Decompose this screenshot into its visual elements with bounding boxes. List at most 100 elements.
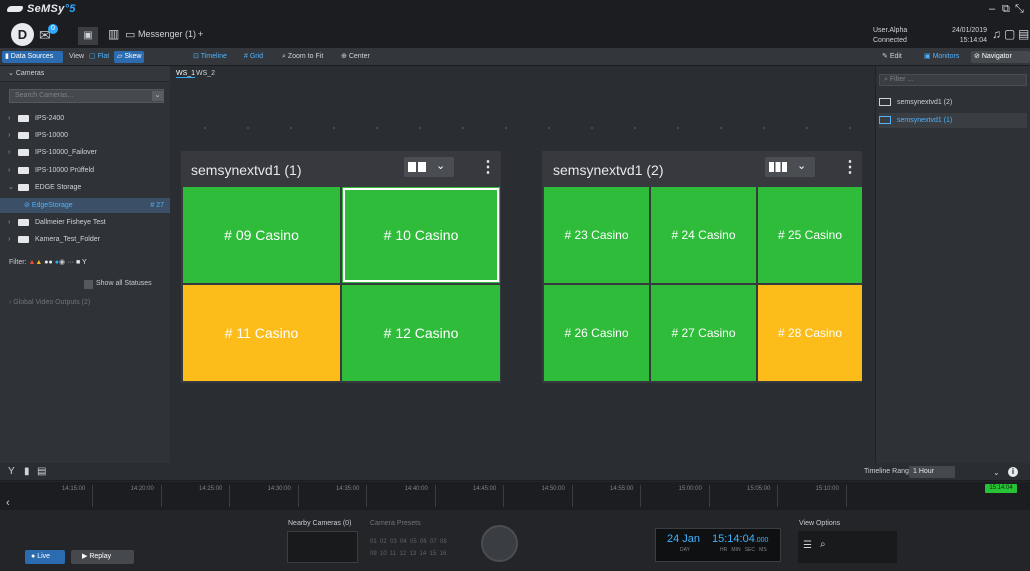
monitor-tab-icon[interactable]: ▣ (78, 27, 98, 45)
add-tab-button[interactable]: + (198, 29, 203, 39)
expand-icon: › (8, 219, 11, 226)
video-tile[interactable]: # 28 Casino (758, 285, 862, 381)
flat-button[interactable]: ▢ Flat (86, 51, 112, 63)
fullscreen-icon[interactable]: ⤡ (1015, 3, 1024, 16)
tree-item-edgestorage[interactable]: ⊘ EdgeStorage # 27 (0, 198, 170, 213)
chevron-down-icon: ⌄ (797, 160, 807, 172)
nearby-cameras-box[interactable] (287, 531, 358, 563)
cameras-header[interactable]: ⌄ Cameras (0, 66, 170, 82)
tree-item-ips-10000-failover[interactable]: › IPS-10000_Failover (8, 145, 168, 160)
wall-title: semsynextvd1 (1) (191, 162, 302, 178)
expand-icon: › (8, 115, 11, 122)
adjust-icon[interactable]: ☰ (803, 540, 812, 551)
tree-item-ips-10000-prueffeld[interactable]: › IPS-10000 Prüffeld (8, 163, 168, 178)
monitor-filter-input[interactable]: ⌕ Filter ... (879, 74, 1027, 86)
show-all-checkbox[interactable] (84, 280, 93, 289)
layout-selector[interactable]: ⌄ (765, 157, 815, 177)
video-tile[interactable]: # 26 Casino (544, 285, 649, 381)
tree-item-ips-10000[interactable]: › IPS-10000 (8, 128, 168, 143)
warning-filter-icon[interactable]: ▲ (35, 259, 42, 266)
camera-search-input[interactable]: Search Cameras... (9, 89, 164, 103)
center-button[interactable]: ⊕ Center (338, 51, 373, 63)
expand-icon: › (8, 132, 11, 139)
monitors-button[interactable]: ▣ Monitors (921, 51, 962, 63)
global-video-outputs[interactable]: › Global Video Outputs (2) (9, 299, 90, 306)
open-folder-icon (18, 183, 29, 191)
skew-button[interactable]: ▱ Skew (114, 51, 145, 63)
folder-icon (18, 235, 29, 243)
minimize-icon[interactable]: – (989, 3, 995, 15)
video-tile[interactable]: # 23 Casino (544, 187, 649, 283)
video-tile[interactable]: # 24 Casino (651, 187, 756, 283)
live-button[interactable]: ● Live (25, 550, 65, 564)
bell-icon[interactable]: ♫ (992, 27, 1001, 41)
bookmark-icon[interactable]: ▮ (24, 466, 30, 477)
messenger-tab[interactable]: Messenger (1) (138, 29, 196, 39)
grid-button[interactable]: # Grid (241, 51, 266, 63)
video-tile[interactable]: # 27 Casino (651, 285, 756, 381)
monitor-item[interactable]: semsynextvd1 (2) (879, 95, 1027, 110)
timeline-range-select[interactable]: 1 Hour (909, 466, 955, 478)
expand-icon: › (8, 236, 11, 243)
timeline-back-icon[interactable]: ‹ (6, 497, 10, 509)
more-options-icon[interactable]: ⋮ (842, 157, 858, 177)
workspace-tabs (170, 66, 875, 82)
edge-storage-icon: ⊘ (24, 202, 32, 209)
monitor-icon (879, 116, 891, 125)
video-tile[interactable]: # 25 Casino (758, 187, 862, 283)
tree-item-kamera-test-folder[interactable]: › Kamera_Test_Folder (8, 232, 168, 247)
restore-icon[interactable]: ⧉ (1002, 3, 1010, 16)
expand-icon: › (8, 167, 11, 174)
tree-item-edge-storage[interactable]: ⌄ EDGE Storage (8, 180, 168, 195)
info-icon[interactable]: i (1008, 467, 1018, 477)
camera-tab-icon[interactable]: ▥ (108, 27, 119, 41)
timeline-now-marker[interactable]: 15:14:04 (985, 484, 1017, 493)
user-name: User.Alpha (873, 27, 908, 34)
zoom-icon[interactable]: ⌕ (820, 539, 826, 550)
messages-badge: 0 (48, 24, 58, 34)
video-tile[interactable]: # 11 Casino (183, 285, 340, 381)
nearby-cameras-label: Nearby Cameras (0) (288, 520, 352, 527)
data-sources-button[interactable]: ▮ Data Sources (2, 51, 63, 63)
title-bar (0, 0, 1030, 20)
funnel-icon[interactable]: Y (82, 259, 87, 266)
funnel-icon[interactable]: Y (8, 466, 15, 477)
show-all-label: Show all Statuses (96, 280, 152, 287)
chevron-down-icon[interactable]: ⌄ (993, 468, 1000, 477)
messenger-icon[interactable]: ▭ (125, 28, 135, 41)
search-dropdown-icon[interactable]: ⌄ (152, 91, 163, 101)
video-tile[interactable]: # 09 Casino (183, 187, 340, 283)
timeline-button[interactable]: ⊡ Timeline (190, 51, 230, 63)
more-filter-icon[interactable]: ··· (67, 259, 74, 266)
chat-icon[interactable]: ▢ (1004, 27, 1015, 41)
monitor-item-selected[interactable]: semsynextvd1 (1) (879, 113, 1027, 128)
timeline-tick-label: 15:10:00 (815, 486, 839, 492)
timeline[interactable] (0, 482, 1030, 510)
preset-grid[interactable]: 01 02 03 04 05 06 07 08 09 10 11 12 13 14… (370, 536, 447, 560)
timeline-tick-label: 14:25:00 (199, 486, 223, 492)
tab-ws-1[interactable]: WS_1 (176, 70, 196, 78)
date: 24/01/2019 (951, 27, 987, 34)
edit-button[interactable]: ✎ Edit (879, 51, 905, 63)
status-filter-icon[interactable]: ◉ (59, 259, 65, 266)
zoom-to-fit-button[interactable]: ⌕ Zoom to Fit (279, 51, 326, 63)
navigator-button[interactable]: ⊘ Navigator (971, 51, 1030, 63)
tab-ws-2[interactable]: WS_2 (196, 70, 215, 77)
flat-icon: ▢ (89, 53, 98, 60)
timeline-icon: ⊡ (193, 53, 201, 60)
more-options-icon[interactable]: ⋮ (480, 157, 496, 177)
notes-icon[interactable]: ▤ (1018, 27, 1029, 41)
clock-time: 15:14:04.000 (712, 533, 769, 545)
ptz-dial[interactable] (481, 525, 518, 562)
replay-button[interactable]: ▶ Replay (71, 550, 134, 564)
info-filter-icon[interactable]: ● (49, 259, 53, 266)
tree-item-ips-2400[interactable]: › IPS-2400 (8, 111, 168, 126)
app-menu-button[interactable]: D (11, 23, 34, 46)
export-icon[interactable]: ▤ (37, 466, 46, 477)
user-status: User.Alpha Connected (873, 26, 907, 46)
video-tile-selected[interactable]: # 10 Casino (342, 187, 500, 283)
layout-selector[interactable]: ⌄ (404, 157, 454, 177)
folder-filter-icon[interactable]: ■ (76, 259, 80, 266)
tree-item-dallmeier-fisheye[interactable]: › Dallmeier Fisheye Test (8, 215, 168, 230)
video-tile[interactable]: # 12 Casino (342, 285, 500, 381)
